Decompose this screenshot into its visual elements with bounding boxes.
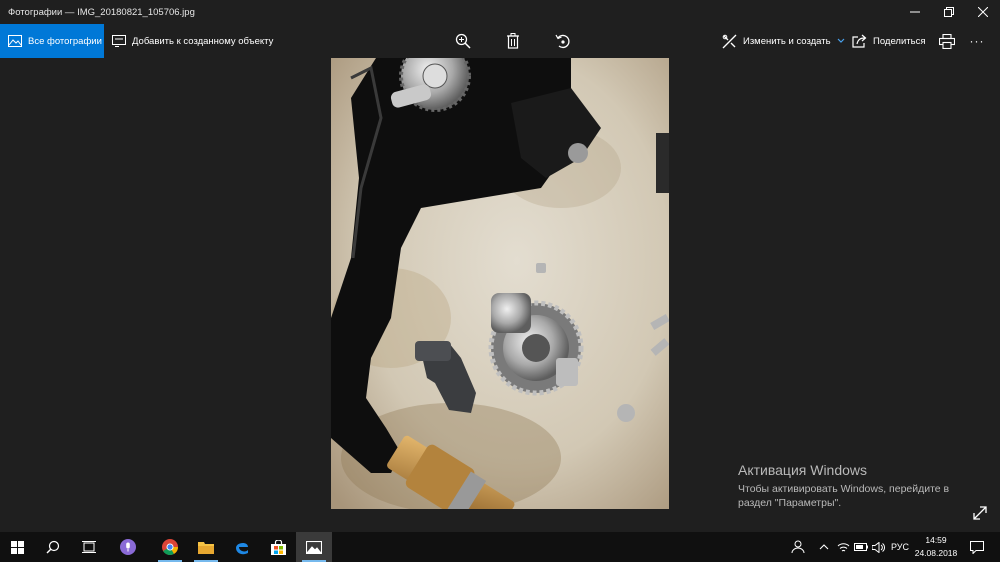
input-language-button[interactable]: РУС [886,532,914,562]
search-icon [46,540,60,554]
photo-image [331,58,669,509]
photos-app-icon [306,540,322,554]
edit-create-icon [722,34,737,48]
microphone-icon [120,539,136,555]
taskbar: РУС 14:59 24.08.2018 [0,532,1000,562]
close-icon [978,7,988,17]
taskbar-store[interactable] [260,532,296,562]
all-photos-label: Все фотографии [28,35,102,47]
rotate-icon [555,34,570,49]
photo-icon [8,35,22,47]
trash-icon [507,33,519,49]
wifi-icon [837,542,849,551]
search-button[interactable] [36,532,70,562]
speaker-icon [871,541,885,553]
close-button[interactable] [966,0,1000,24]
restore-icon [944,7,954,17]
share-label: Поделиться [873,35,926,47]
expand-icon [973,506,987,520]
center-actions [438,24,588,58]
window-title: Фотографии — IMG_20180821_105706.jpg [8,6,195,18]
volume-button[interactable] [870,532,886,562]
show-hidden-icons-button[interactable] [816,532,832,562]
delete-button[interactable] [488,24,538,58]
chevron-up-icon [819,544,829,550]
clock[interactable]: 14:59 24.08.2018 [914,534,958,560]
minimize-button[interactable] [898,0,932,24]
photo-view[interactable] [331,58,669,509]
edit-create-label: Изменить и создать [743,35,831,47]
start-button[interactable] [0,532,34,562]
battery-button[interactable] [852,532,870,562]
taskbar-edge[interactable] [224,532,260,562]
fullscreen-button[interactable] [972,505,992,525]
taskbar-file-explorer[interactable] [188,532,224,562]
store-bag-icon [270,539,286,555]
minimize-icon [910,11,920,13]
photos-app-window: Фотографии — IMG_20180821_105706.jpg Все… [0,0,1000,532]
edit-create-button[interactable]: Изменить и создать [722,24,845,58]
chevron-down-icon [837,38,844,43]
people-icon [791,540,805,554]
more-options-button[interactable]: ··· [962,24,992,58]
printer-icon [939,33,955,49]
add-to-creation-button[interactable]: Добавить к созданному объекту [112,24,273,58]
network-button[interactable] [834,532,852,562]
battery-icon [854,543,868,551]
language-indicator: РУС [890,542,910,552]
action-center-button[interactable] [962,532,992,562]
clock-date: 24.08.2018 [914,548,958,558]
cortana-button[interactable] [110,532,146,562]
task-view-icon [82,541,96,553]
add-to-creation-label: Добавить к созданному объекту [132,35,274,47]
taskbar-photos[interactable] [296,532,332,562]
clock-time: 14:59 [925,535,947,545]
people-button[interactable] [788,532,808,562]
taskbar-chrome[interactable] [152,532,188,562]
share-icon [852,34,867,48]
folder-icon [198,542,214,554]
edge-icon [236,542,248,555]
zoom-button[interactable] [438,24,488,58]
command-bar: Все фотографии Добавить к созданному объ… [0,24,1000,58]
zoom-in-icon [455,33,471,49]
title-bar: Фотографии — IMG_20180821_105706.jpg [0,0,1000,24]
print-button[interactable] [930,24,964,58]
task-view-button[interactable] [72,532,106,562]
activation-line-1: Чтобы активировать Windows, перейдите в [738,483,950,495]
windows-logo-icon [10,540,24,554]
activation-line-2: раздел "Параметры". [738,497,842,509]
restore-button[interactable] [932,0,966,24]
all-photos-button[interactable]: Все фотографии [0,24,104,58]
rotate-button[interactable] [538,24,588,58]
notification-icon [970,540,984,554]
activation-title: Активация Windows [738,462,868,478]
chrome-icon [162,539,178,555]
share-button[interactable]: Поделиться [852,24,925,58]
windows-activation-watermark: Активация Windows Чтобы активировать Win… [738,462,988,510]
add-to-album-icon [112,35,126,47]
